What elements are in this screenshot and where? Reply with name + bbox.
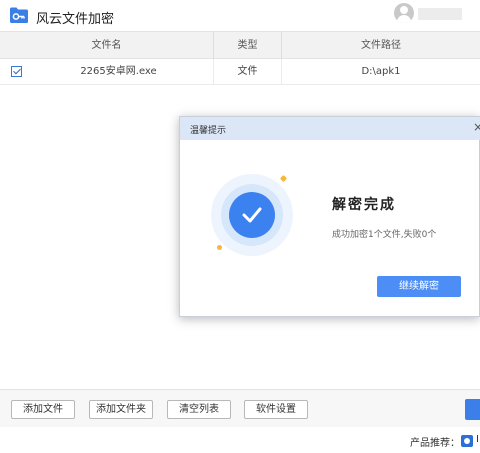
clear-list-button[interactable]: 清空列表 <box>167 400 231 419</box>
column-header-path[interactable]: 文件路径 <box>282 32 480 59</box>
sparkle-dot-icon <box>217 245 222 250</box>
title-bar: 风云文件加密 <box>0 0 480 31</box>
username-placeholder <box>418 8 462 20</box>
folder-key-icon <box>10 7 28 23</box>
file-type-cell: 文件 <box>214 59 282 84</box>
table-row[interactable]: 2265安卓网.exe 文件 D:\apk1 <box>0 59 480 85</box>
recommended-product-link[interactable]: I <box>476 434 479 445</box>
user-avatar[interactable] <box>394 3 414 23</box>
recommended-product-icon[interactable] <box>461 435 473 447</box>
file-name-cell: 2265安卓网.exe <box>24 59 214 84</box>
add-folder-button[interactable]: 添加文件夹 <box>89 400 153 419</box>
settings-button[interactable]: 软件设置 <box>244 400 308 419</box>
decrypt-complete-dialog: 温馨提示 × 解密完成 成功加密1个文件,失败0个 继续解密 <box>179 116 480 317</box>
file-path-cell: D:\apk1 <box>361 66 401 77</box>
column-header-type[interactable]: 类型 <box>214 32 282 59</box>
app-title: 风云文件加密 <box>36 12 115 27</box>
dialog-title: 温馨提示 <box>190 126 227 136</box>
close-icon[interactable]: × <box>473 120 480 134</box>
product-recommend-label: 产品推荐： <box>410 438 460 449</box>
column-header-filename[interactable]: 文件名 <box>0 32 214 59</box>
bottom-toolbar: 添加文件 添加文件夹 清空列表 软件设置 <box>0 389 480 427</box>
dialog-header: 温馨提示 × <box>180 117 480 140</box>
row-checkbox[interactable] <box>11 66 22 77</box>
success-check-icon <box>229 192 275 238</box>
primary-action-button[interactable] <box>465 399 480 420</box>
dialog-heading: 解密完成 <box>332 197 396 213</box>
dialog-message: 成功加密1个文件,失败0个 <box>332 230 437 240</box>
file-table-header: 文件名 类型 文件路径 <box>0 31 480 59</box>
sparkle-icon <box>279 174 288 183</box>
continue-decrypt-button[interactable]: 继续解密 <box>377 276 461 297</box>
add-file-button[interactable]: 添加文件 <box>11 400 75 419</box>
